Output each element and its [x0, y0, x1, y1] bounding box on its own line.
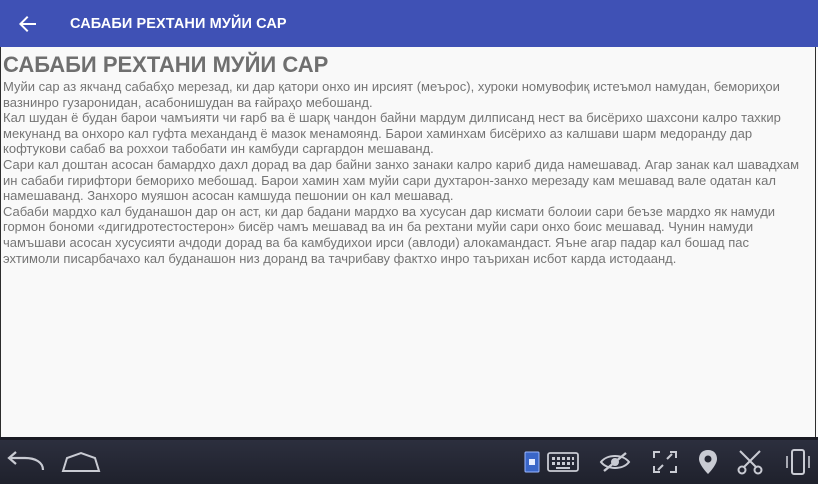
arrow-back-icon — [19, 15, 36, 32]
article-content[interactable]: САБАБИ РЕХТАНИ МУЙИ САР Муйи сар аз якча… — [0, 47, 816, 437]
fullscreen-icon[interactable] — [650, 440, 680, 484]
back-nav-icon[interactable] — [4, 440, 46, 484]
home-icon[interactable] — [60, 440, 102, 484]
article-heading: САБАБИ РЕХТАНИ МУЙИ САР — [3, 52, 329, 77]
location-icon[interactable] — [694, 440, 722, 484]
screen-icon[interactable] — [522, 440, 542, 484]
cut-icon[interactable] — [734, 440, 766, 484]
system-navigation-bar — [0, 437, 818, 484]
keyboard-icon[interactable] — [546, 440, 580, 484]
rotate-device-icon[interactable] — [782, 440, 814, 484]
back-button[interactable] — [0, 0, 56, 47]
article-paragraph: Кал шудан ё будан барои чамъияти чи ғарб… — [3, 110, 781, 157]
article-paragraph: Муйи сар аз якчанд сабабҳо мерезад, ки д… — [3, 79, 780, 110]
app-bar: САБАБИ РЕХТАНИ МУЙИ САР — [0, 0, 818, 47]
app-bar-title: САБАБИ РЕХТАНИ МУЙИ САР — [70, 15, 287, 32]
visibility-off-icon[interactable] — [598, 440, 632, 484]
article-paragraph: Сабаби мардхо кал буданашон дар он аст, … — [3, 203, 776, 266]
article-paragraph: Сари кал доштан асосан бамардхо дахл дор… — [3, 156, 800, 204]
